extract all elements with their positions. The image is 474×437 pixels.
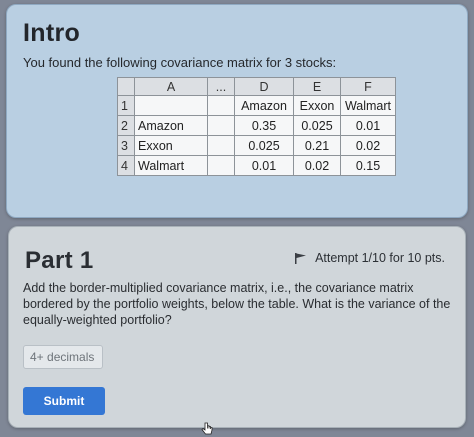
row-number: 4	[117, 155, 135, 176]
table-cell: Walmart	[340, 95, 396, 116]
column-header: ...	[207, 77, 235, 96]
row-label: Exxon	[134, 135, 208, 156]
row-number: 3	[117, 135, 135, 156]
column-header: F	[340, 77, 396, 96]
part-title: Part 1	[25, 247, 94, 274]
hidden-col-cell	[207, 155, 235, 176]
table-cell: 0.01	[234, 155, 294, 176]
table-cell: 0.01	[340, 115, 396, 136]
corner-cell	[117, 77, 135, 96]
part1-card: Part 1 Attempt 1/10 for 10 pts. Add the …	[8, 226, 466, 428]
attempt-info: Attempt 1/10 for 10 pts.	[295, 251, 445, 265]
hidden-col-cell	[207, 115, 235, 136]
table-cell: 0.025	[234, 135, 294, 156]
attempt-text: Attempt 1/10 for 10 pts.	[315, 251, 445, 265]
table-row: 4 Walmart 0.01 0.02 0.15	[117, 155, 396, 176]
table-row: 1 Amazon Exxon Walmart	[117, 95, 396, 116]
table-row: 3 Exxon 0.025 0.21 0.02	[117, 135, 396, 156]
table-cell: 0.21	[293, 135, 341, 156]
table-cell: Exxon	[293, 95, 341, 116]
row-label	[134, 95, 208, 116]
row-label: Walmart	[134, 155, 208, 176]
table-cell: 0.15	[340, 155, 396, 176]
table-cell: 0.35	[234, 115, 294, 136]
hidden-col-cell	[207, 135, 235, 156]
covariance-table: A ... D E F 1 Amazon Exxon Walmart 2 Ama…	[117, 77, 396, 176]
intro-title: Intro	[23, 19, 81, 47]
table-cell: Amazon	[234, 95, 294, 116]
column-header-row: A ... D E F	[117, 77, 396, 96]
submit-button[interactable]: Submit	[23, 387, 105, 415]
row-label: Amazon	[134, 115, 208, 136]
table-row: 2 Amazon 0.35 0.025 0.01	[117, 115, 396, 136]
table-cell: 0.025	[293, 115, 341, 136]
flag-icon	[295, 252, 307, 264]
table-cell: 0.02	[340, 135, 396, 156]
question-text: Add the border-multiplied covariance mat…	[23, 281, 451, 327]
column-header: A	[134, 77, 208, 96]
answer-input[interactable]	[23, 345, 103, 369]
hidden-col-cell	[207, 95, 235, 116]
row-number: 2	[117, 115, 135, 136]
column-header: D	[234, 77, 294, 96]
column-header: E	[293, 77, 341, 96]
row-number: 1	[117, 95, 135, 116]
intro-card: Intro You found the following covariance…	[6, 4, 468, 218]
table-cell: 0.02	[293, 155, 341, 176]
cursor-hand-icon	[201, 422, 213, 435]
intro-text: You found the following covariance matri…	[23, 55, 337, 70]
